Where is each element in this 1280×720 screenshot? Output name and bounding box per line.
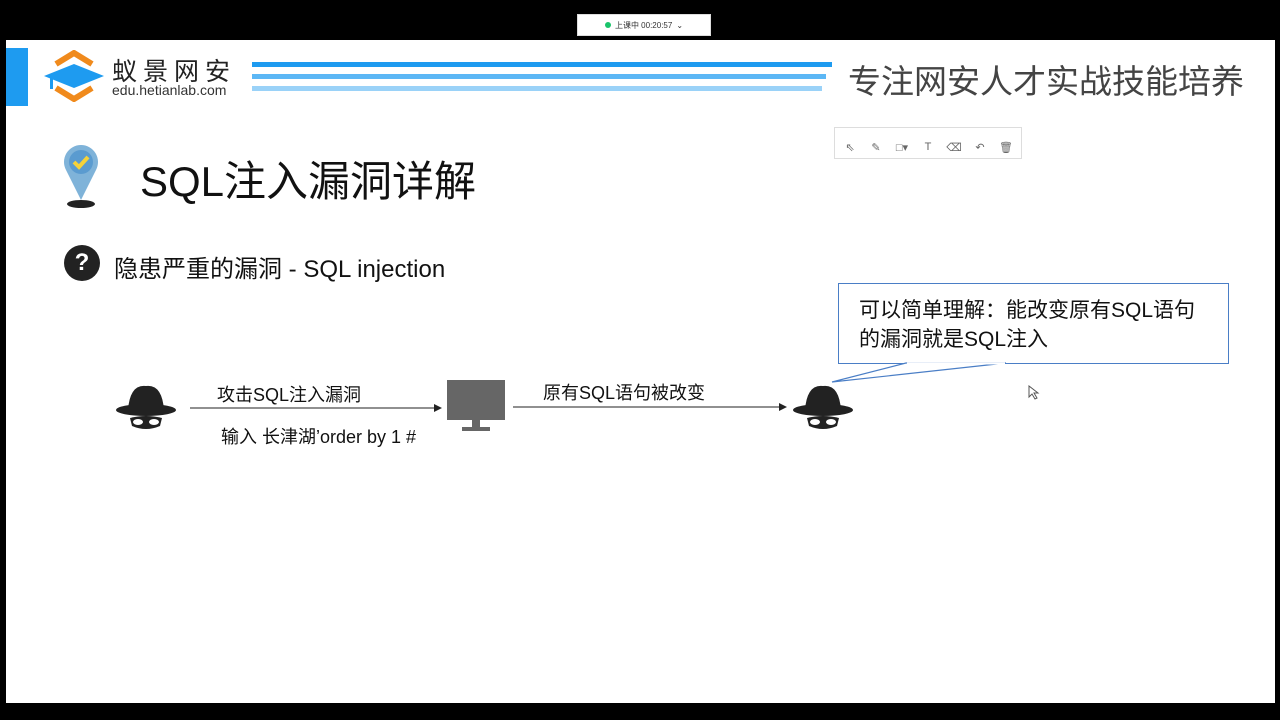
brand-url: edu.hetianlab.com bbox=[112, 82, 227, 98]
rectangle-tool-icon[interactable]: □▾ bbox=[893, 141, 911, 154]
accent-bar bbox=[6, 48, 28, 106]
callout-box: 可以简单理解：能改变原有SQL语句的漏洞就是SQL注入 bbox=[838, 283, 1229, 364]
chevron-down-icon: ⌄ bbox=[676, 20, 684, 30]
slide-subtitle: 隐患严重的漏洞 - SQL injection bbox=[114, 256, 446, 283]
question-icon: ? bbox=[64, 245, 100, 281]
header-line bbox=[252, 74, 826, 79]
class-status-pill[interactable]: 上课中 00:20:57 ⌄ bbox=[577, 14, 711, 36]
select-tool-icon[interactable]: ⇖ bbox=[841, 141, 859, 154]
eraser-tool-icon[interactable]: ⌫ bbox=[945, 141, 963, 154]
delete-icon[interactable]: 🗑 bbox=[997, 141, 1015, 154]
arrow1-bottom-label: 输入 长津湖’order by 1 # bbox=[221, 427, 417, 447]
mouse-cursor-icon bbox=[1028, 385, 1040, 400]
hacker-icon bbox=[116, 385, 176, 429]
header-line bbox=[252, 86, 822, 91]
slogan: 专注网安人才实战技能培养 bbox=[848, 63, 1244, 100]
callout-pointer bbox=[831, 362, 1007, 383]
header-line bbox=[252, 62, 832, 67]
checkmark-pin-icon bbox=[64, 145, 98, 208]
text-tool-icon[interactable]: T bbox=[919, 141, 937, 153]
arrow1-top-label: 攻击SQL注入漏洞 bbox=[217, 385, 362, 405]
annotation-toolbar: ⇖ ✎ □▾ T ⌫ ↶ 🗑 bbox=[834, 127, 1022, 159]
pen-tool-icon[interactable]: ✎ bbox=[867, 141, 885, 154]
slide-title: SQL注入漏洞详解 bbox=[140, 158, 477, 205]
hacker-icon bbox=[793, 385, 853, 429]
live-dot-icon bbox=[604, 22, 611, 28]
slide: 蚁景网安 edu.hetianlab.com 专注网安人才实战技能培养 ⇖ ✎ … bbox=[6, 40, 1275, 703]
undo-icon[interactable]: ↶ bbox=[971, 141, 989, 154]
graduation-cap-logo-icon bbox=[44, 50, 104, 102]
computer-monitor-icon bbox=[447, 380, 505, 431]
class-status-text: 上课中 00:20:57 bbox=[614, 20, 673, 30]
arrow2-top-label: 原有SQL语句被改变 bbox=[543, 383, 706, 403]
